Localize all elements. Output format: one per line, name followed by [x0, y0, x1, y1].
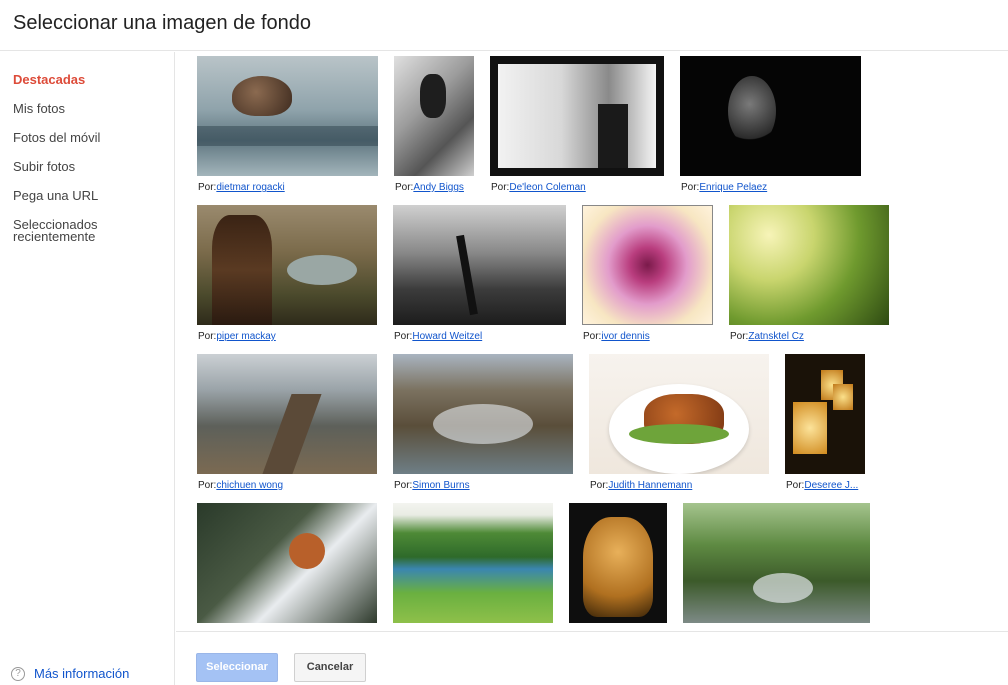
portrait-figure	[212, 215, 272, 325]
leopard-shape	[583, 517, 653, 617]
photo-caption: Por:De'leon Coleman	[491, 182, 586, 193]
sidebar-item-destacadas[interactable]: Destacadas	[13, 73, 85, 86]
photo-grilled-chicken[interactable]	[589, 354, 769, 474]
photo-caption: Por:Deseree J...	[786, 480, 858, 491]
wall-shape	[262, 394, 322, 474]
cancel-button[interactable]: Cancelar	[294, 653, 366, 682]
photo-paper-lanterns[interactable]	[785, 354, 865, 474]
photo-squirrel-in-snow[interactable]	[197, 503, 377, 623]
dialog-header: Seleccionar una imagen de fondo	[0, 0, 1008, 51]
photo-tribal-portrait[interactable]	[197, 205, 377, 325]
author-link[interactable]: Enrique Pelaez	[699, 182, 767, 193]
photo-grid: Por:dietmar rogacki Por:Andy Biggs Por:D…	[176, 52, 1008, 631]
scrollbar[interactable]	[1004, 52, 1008, 631]
photo-great-wall[interactable]	[197, 354, 377, 474]
help-label: Más información	[34, 666, 130, 681]
caption-prefix: Por:	[198, 182, 217, 193]
caption-prefix: Por:	[394, 331, 413, 342]
couple-shape	[598, 104, 628, 168]
photo-caption: Por:piper mackay	[198, 331, 276, 342]
author-link[interactable]: Zatnsktel Cz	[748, 331, 804, 342]
photo-leopard[interactable]	[569, 503, 667, 623]
lantern-shape	[793, 402, 827, 454]
author-link[interactable]: Judith Hannemann	[608, 480, 692, 491]
question-circle-icon: ?	[11, 666, 25, 681]
snail-shape	[232, 76, 292, 116]
caption-prefix: Por:	[583, 331, 602, 342]
caption-prefix: Por:	[730, 331, 749, 342]
author-link[interactable]: Howard Weitzel	[412, 331, 482, 342]
sidebar-item-mis-fotos[interactable]: Mis fotos	[13, 102, 65, 115]
author-link[interactable]: Andy Biggs	[413, 182, 464, 193]
photo-forest-creek[interactable]	[683, 503, 870, 623]
caption-prefix: Por:	[786, 480, 805, 491]
caption-prefix: Por:	[198, 331, 217, 342]
rose-shape	[728, 76, 776, 146]
sidebar: Destacadas Mis fotos Fotos del móvil Sub…	[0, 52, 175, 685]
photo-rocky-stream[interactable]	[393, 354, 573, 474]
photo-chimpanzee[interactable]	[394, 56, 474, 176]
river-shape	[287, 255, 357, 285]
lantern-shape	[833, 384, 853, 410]
photo-wedding-couple[interactable]	[490, 56, 664, 176]
creek-shape	[753, 573, 813, 603]
select-button[interactable]: Seleccionar	[196, 653, 278, 682]
author-link[interactable]: Simon Burns	[412, 480, 469, 491]
caption-prefix: Por:	[394, 480, 413, 491]
sidebar-item-subir-fotos[interactable]: Subir fotos	[13, 160, 75, 173]
sidebar-item-recientes[interactable]: Seleccionados recientemente	[13, 218, 133, 243]
photo-dark-rose[interactable]	[680, 56, 861, 176]
author-link[interactable]: ivor dennis	[601, 331, 649, 342]
dialog-title: Seleccionar una imagen de fondo	[13, 12, 311, 34]
caption-prefix: Por:	[395, 182, 414, 193]
photo-caption: Por:Enrique Pelaez	[681, 182, 767, 193]
author-link[interactable]: dietmar rogacki	[216, 182, 284, 193]
caption-prefix: Por:	[491, 182, 510, 193]
water-reflection	[197, 126, 378, 146]
caption-prefix: Por:	[590, 480, 609, 491]
author-link[interactable]: De'leon Coleman	[509, 182, 585, 193]
photo-mountain-lake[interactable]	[393, 503, 553, 623]
author-link[interactable]: Deseree J...	[804, 480, 858, 491]
author-link[interactable]: chichuen wong	[216, 480, 283, 491]
photo-snail[interactable]	[197, 56, 378, 176]
photo-caption: Por:Judith Hannemann	[590, 480, 692, 491]
author-link[interactable]: piper mackay	[216, 331, 275, 342]
greens-shape	[629, 424, 729, 444]
photo-caption: Por:dietmar rogacki	[198, 182, 285, 193]
photo-caption: Por:Andy Biggs	[395, 182, 464, 193]
sidebar-item-pega-url[interactable]: Pega una URL	[13, 189, 98, 202]
photo-caption: Por:Howard Weitzel	[394, 331, 482, 342]
squirrel-shape	[289, 533, 325, 569]
photo-bare-tree[interactable]	[393, 205, 566, 325]
chimp-shape	[420, 74, 446, 118]
photo-dahlia[interactable]	[582, 205, 713, 325]
photo-caption: Por:chichuen wong	[198, 480, 283, 491]
photo-caption: Por:Zatnsktel Cz	[730, 331, 804, 342]
help-link[interactable]: ? Más información	[11, 666, 129, 681]
photo-inner	[498, 64, 656, 168]
dialog-footer: Seleccionar Cancelar	[176, 631, 1008, 685]
caption-prefix: Por:	[681, 182, 700, 193]
tree-shape	[456, 234, 478, 316]
photo-sunlit-forest[interactable]	[729, 205, 889, 325]
caption-prefix: Por:	[198, 480, 217, 491]
photo-caption: Por:ivor dennis	[583, 331, 650, 342]
stream-shape	[433, 404, 533, 444]
sidebar-item-fotos-movil[interactable]: Fotos del móvil	[13, 131, 100, 144]
photo-caption: Por:Simon Burns	[394, 480, 470, 491]
